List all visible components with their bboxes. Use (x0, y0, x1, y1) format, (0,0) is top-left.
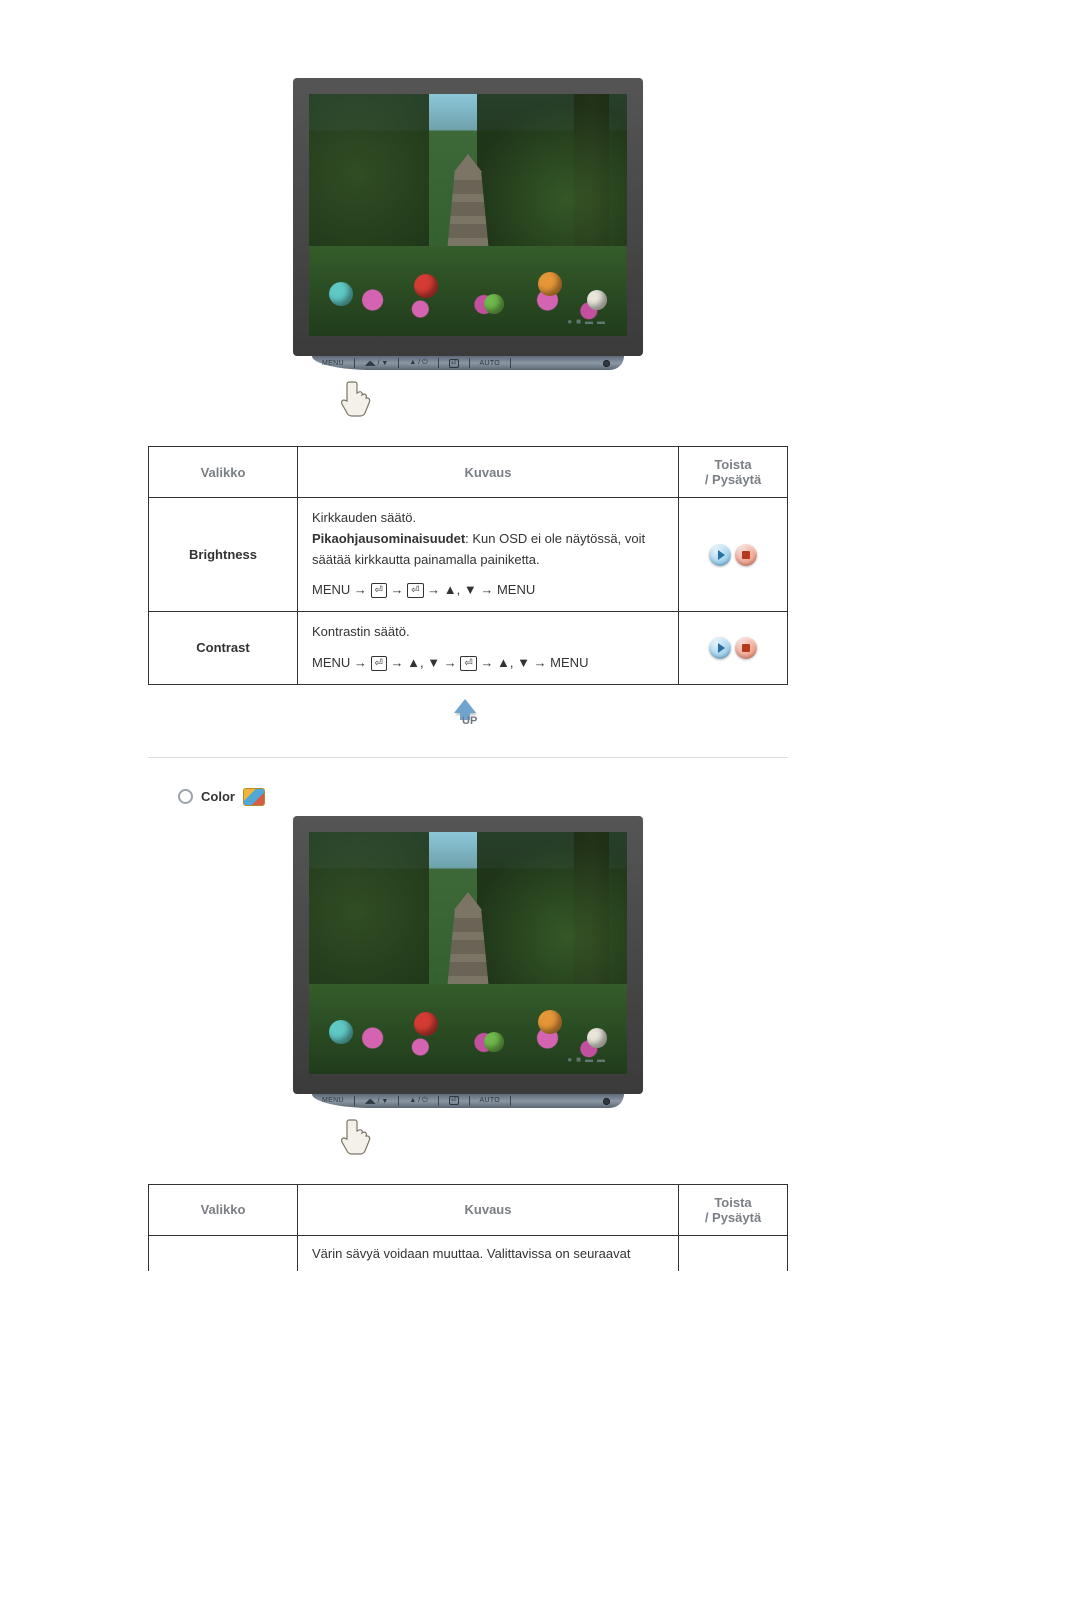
row-brightness-nav: MENU → ⏎ → ⏎ → , → MENU (312, 580, 664, 601)
stop-button[interactable] (735, 544, 757, 566)
stop-button[interactable] (735, 637, 757, 659)
power-indicator-icon (603, 360, 610, 367)
bullet-icon (178, 789, 193, 804)
col-menu: Valikko (149, 447, 298, 498)
row-contrast-desc: Kontrastin säätö. MENU → ⏎ → , → ⏎ → , →… (298, 612, 679, 685)
brightness-contrast-table: Valikko Kuvaus Toista / Pysäytä Brightne… (148, 446, 788, 685)
auto-button-label: AUTO (480, 360, 501, 367)
brightness-down-icon: ◢◣ / ▼ (365, 359, 389, 367)
row-contrast-nav: MENU → ⏎ → , → ⏎ → , → MENU (312, 653, 664, 674)
up-label: UP (462, 715, 477, 727)
col-desc: Kuvaus (298, 447, 679, 498)
monitor-screen: ●■▬▬ (309, 832, 627, 1074)
monitor-button-bar: MENU ◢◣ / ▼ ▲ / ⏻ ⏎ AUTO (312, 356, 624, 370)
color-table: Valikko Kuvaus Toista / Pysäytä Värin sä… (148, 1184, 788, 1271)
section-divider (148, 757, 788, 758)
auto-button-label: AUTO (480, 1097, 501, 1104)
col-desc: Kuvaus (298, 1184, 679, 1235)
play-button[interactable] (709, 637, 731, 659)
enter-icon: ⏎ (449, 359, 459, 368)
menu-button-label: MENU (322, 360, 344, 367)
monitor-frame: ●■▬▬ (293, 78, 643, 356)
monitor-illustration-2: ●■▬▬ MENU ◢◣ / ▼ ▲ / ⏻ ⏎ AUTO (98, 816, 838, 1156)
section-title-text: Color (201, 789, 235, 804)
play-button[interactable] (709, 544, 731, 566)
color-chip-icon (243, 788, 265, 806)
up-arrow-icon (454, 699, 476, 713)
monitor-screen: ●■▬▬ (309, 94, 627, 336)
up-power-icon: ▲ / ⏻ (409, 359, 427, 367)
monitor-frame: ●■▬▬ (293, 816, 643, 1094)
brightness-down-icon: ◢◣ / ▼ (365, 1097, 389, 1105)
row-color-actions (679, 1235, 788, 1271)
row-contrast-actions (679, 612, 788, 685)
col-play: Toista / Pysäytä (679, 447, 788, 498)
up-link[interactable]: UP (98, 699, 838, 727)
power-indicator-icon (603, 1098, 610, 1105)
section-title-color: Color (178, 788, 838, 806)
row-contrast-label: Contrast (149, 612, 298, 685)
monitor-button-bar: MENU ◢◣ / ▼ ▲ / ⏻ ⏎ AUTO (312, 1094, 624, 1108)
col-menu: Valikko (149, 1184, 298, 1235)
row-brightness-label: Brightness (149, 498, 298, 612)
monitor-illustration-1: ●■▬▬ MENU ◢◣ / ▼ ▲ / ⏻ ⏎ AUTO (98, 78, 838, 418)
row-brightness-actions (679, 498, 788, 612)
enter-icon: ⏎ (449, 1096, 459, 1105)
menu-button-label: MENU (322, 1097, 344, 1104)
col-play: Toista / Pysäytä (679, 1184, 788, 1235)
up-power-icon: ▲ / ⏻ (409, 1097, 427, 1105)
row-brightness-desc: Kirkkauden säätö. Pikaohjausominaisuudet… (298, 498, 679, 612)
hand-cursor-icon (341, 376, 375, 418)
hand-cursor-icon (341, 1114, 375, 1156)
row-color-desc: Värin sävyä voidaan muuttaa. Valittaviss… (298, 1235, 679, 1271)
row-color-label (149, 1235, 298, 1271)
